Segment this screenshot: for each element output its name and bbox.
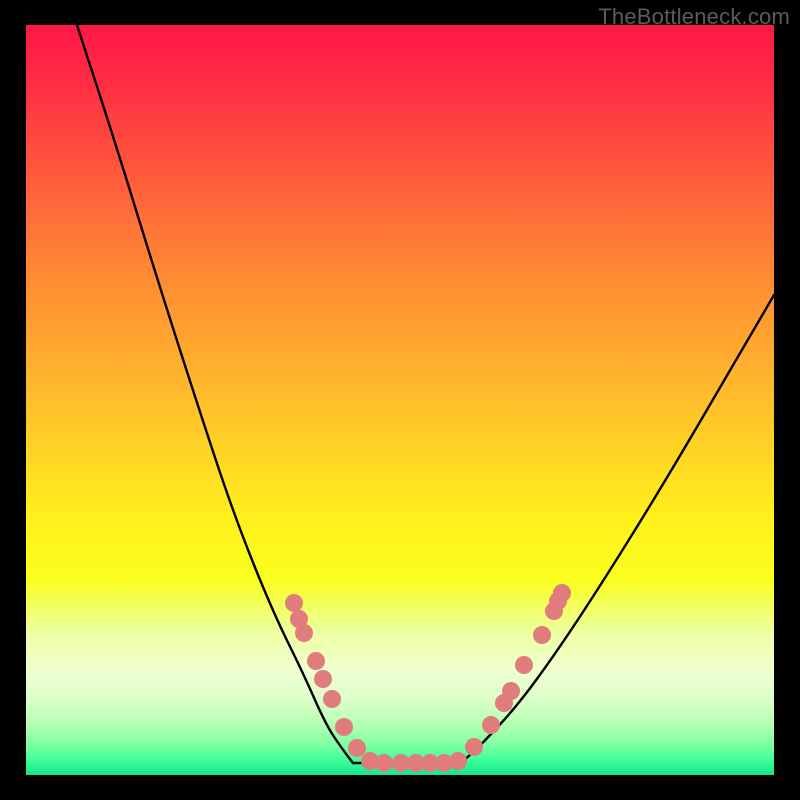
curve-dots-group [285,584,571,772]
curve-dot [553,584,571,602]
curve-dot [515,656,533,674]
bottleneck-curve-svg [26,25,774,775]
curve-dot [295,624,313,642]
curve-dot [465,738,483,756]
curve-dot [285,594,303,612]
curve-dot [348,739,366,757]
curve-dot [482,716,500,734]
curve-dot [375,754,393,772]
curve-dot [502,682,520,700]
curve-dot [533,626,551,644]
watermark-text: TheBottleneck.com [598,4,790,30]
curve-dot [314,670,332,688]
outer-frame: TheBottleneck.com [0,0,800,800]
curve-dot [449,752,467,770]
bottleneck-curve [77,25,774,763]
curve-dot [323,690,341,708]
curve-dot [335,718,353,736]
curve-dot [307,652,325,670]
